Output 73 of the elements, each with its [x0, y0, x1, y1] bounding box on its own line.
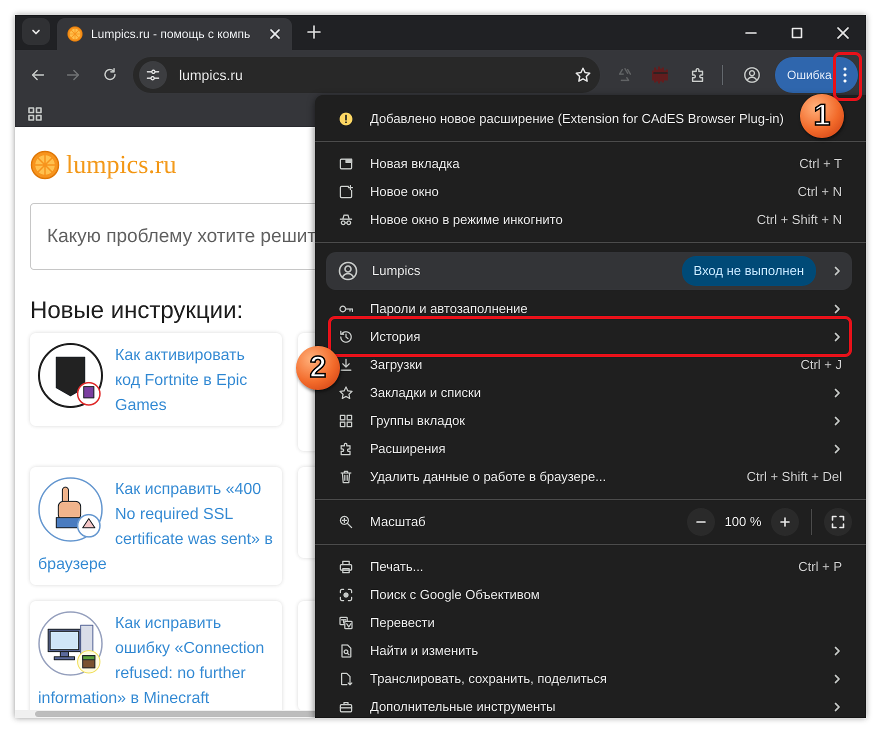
plus-icon: [307, 25, 321, 39]
menu-item[interactable]: Расширения: [370, 439, 446, 459]
fullscreen-icon: [831, 515, 845, 529]
browser-tab[interactable]: Lumpics.ru - помощь с компь: [57, 18, 292, 50]
trash-icon: [338, 469, 354, 485]
kebab-menu-icon: [842, 66, 847, 83]
zoom-label: Масштаб: [370, 513, 426, 532]
share-icon: [338, 671, 354, 687]
zoom-value: 100 %: [724, 513, 762, 532]
new-window-icon: [338, 184, 354, 200]
translate-icon: [338, 615, 354, 631]
sign-in-status[interactable]: Вход не выполнен: [682, 256, 816, 286]
close-icon: [837, 26, 849, 38]
shortcut-text: Ctrl + J: [800, 356, 842, 374]
menu-item[interactable]: Загрузки: [370, 355, 422, 375]
menu-item[interactable]: Закладки и списки: [370, 383, 482, 403]
site-info-button[interactable]: [139, 61, 167, 89]
profile-icon: [743, 66, 761, 84]
warning-icon: [338, 111, 354, 127]
apps-button[interactable]: [28, 106, 42, 120]
shortcut-text: Ctrl + T: [799, 155, 842, 174]
profile-icon: [338, 261, 358, 281]
maximize-icon: [791, 26, 803, 38]
bookmark-star-icon[interactable]: [574, 66, 592, 84]
thumbnail-drawing: [38, 477, 103, 542]
profile-name: Lumpics: [372, 262, 420, 280]
thumbnail-drawing: [38, 343, 103, 408]
menu-item[interactable]: Новое окно: [370, 182, 439, 202]
menu-item[interactable]: Дополнительные инструменты: [370, 697, 556, 717]
menu-item[interactable]: История: [370, 327, 420, 347]
menu-item[interactable]: Перевести: [370, 613, 435, 633]
account-error-button[interactable]: Ошибка: [775, 57, 832, 93]
shortcut-text: Ctrl + Shift + N: [756, 211, 842, 230]
zoom-in-button[interactable]: [771, 508, 799, 536]
zoom-out-button[interactable]: [687, 508, 715, 536]
incognito-icon: [338, 212, 354, 228]
section-heading: Новые инструкции:: [30, 298, 244, 324]
shortcut-text: Ctrl + P: [798, 558, 842, 576]
toolbox-icon: [338, 699, 354, 715]
new-tab-icon: [338, 156, 354, 172]
plus-icon: [779, 516, 791, 528]
barcode-icon: [650, 65, 670, 85]
history-icon: [338, 329, 354, 345]
grid-icon: [338, 413, 354, 429]
menu-item[interactable]: Печать...: [370, 557, 424, 577]
address-bar[interactable]: lumpics.ru: [133, 57, 600, 93]
fullscreen-button[interactable]: [824, 508, 852, 536]
menu-item[interactable]: Новая вкладка: [370, 154, 460, 174]
shortcut-text: Ctrl + Shift + Del: [746, 468, 842, 486]
download-icon: [338, 357, 354, 373]
profile-row[interactable]: Lumpics Вход не выполнен: [326, 252, 852, 290]
close-icon[interactable]: [268, 27, 282, 41]
menu-item[interactable]: Пароли и автозаполнение: [370, 299, 528, 319]
tune-icon: [145, 67, 161, 83]
notification-text[interactable]: Добавлено новое расширение (Extension for CAdES Browser Plug-in): [370, 109, 784, 129]
thumbnail-drawing: [38, 611, 103, 676]
menu-item[interactable]: Найти и изменить: [370, 641, 478, 661]
tab-search-button[interactable]: [22, 18, 50, 45]
logo-icon: [30, 150, 60, 180]
shortcut-text: Ctrl + N: [798, 183, 842, 202]
menu-item[interactable]: Удалить данные о работе в браузере...: [370, 467, 606, 487]
zoom-icon: [338, 514, 354, 530]
menu-item[interactable]: Группы вкладок: [370, 411, 465, 431]
tab-title: Lumpics.ru - помощь с компь: [91, 26, 252, 43]
star-icon: [338, 385, 354, 401]
menu-item[interactable]: Транслировать, сохранить, поделиться: [370, 669, 607, 689]
lens-icon: [338, 587, 354, 603]
printer-icon: [338, 559, 354, 575]
apps-grid-icon: [28, 106, 42, 120]
favicon: [67, 26, 83, 42]
menu-item[interactable]: Новое окно в режиме инкогнито: [370, 210, 563, 230]
menu-item[interactable]: Поиск с Google Объективом: [370, 585, 540, 605]
address-text: lumpics.ru: [179, 66, 244, 85]
